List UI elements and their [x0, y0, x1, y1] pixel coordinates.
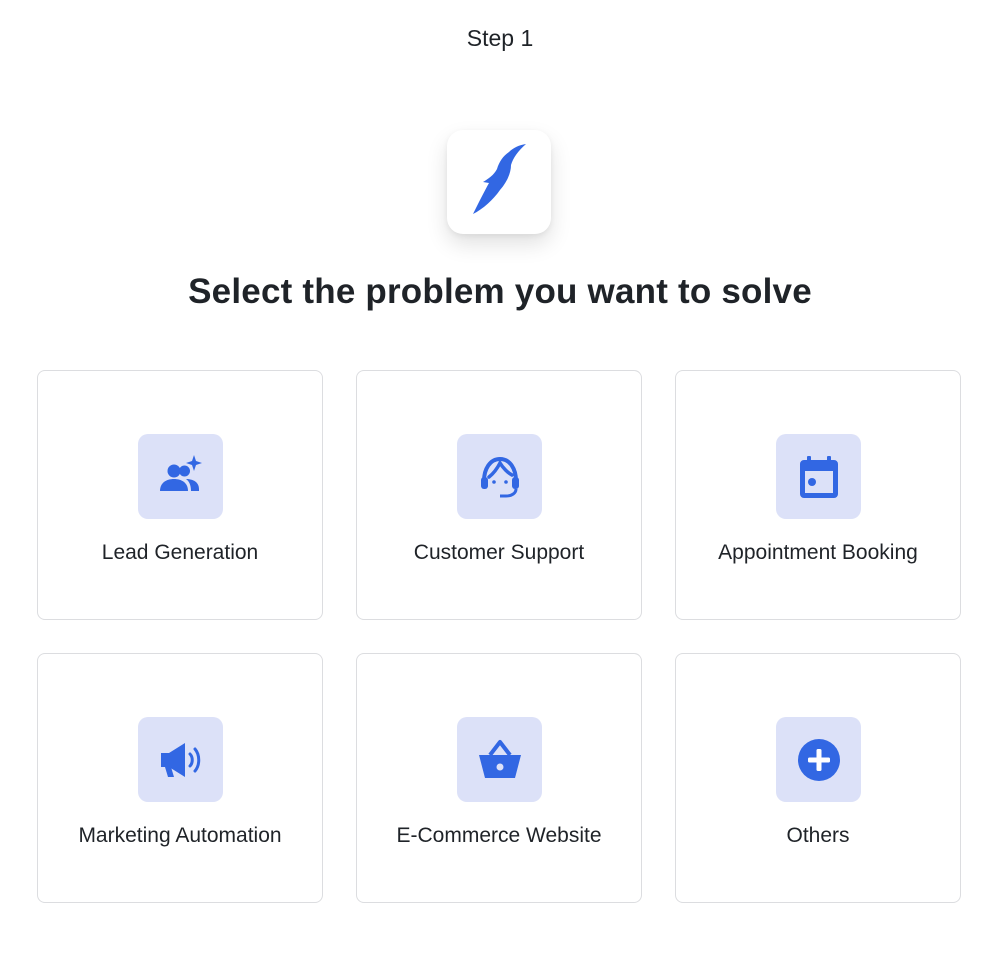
option-card-others[interactable]: Others — [675, 653, 961, 903]
option-label: Marketing Automation — [78, 824, 282, 847]
basket-icon — [478, 739, 521, 778]
calendar-icon — [799, 455, 838, 498]
users-sparkle-icon — [159, 454, 202, 491]
plus-circle-icon — [797, 738, 840, 781]
megaphone-icon — [160, 742, 200, 777]
option-card-ecommerce-website[interactable]: E-Commerce Website — [356, 653, 642, 903]
option-grid: Lead Generation Customer Support Appoint… — [37, 370, 961, 903]
page-title: Select the problem you want to solve — [188, 272, 812, 311]
option-label: E-Commerce Website — [396, 824, 602, 847]
option-card-customer-support[interactable]: Customer Support — [356, 370, 642, 620]
option-card-lead-generation[interactable]: Lead Generation — [37, 370, 323, 620]
option-label: Customer Support — [413, 541, 585, 564]
option-label: Others — [786, 824, 850, 847]
option-card-appointment-booking[interactable]: Appointment Booking — [675, 370, 961, 620]
option-card-marketing-automation[interactable]: Marketing Automation — [37, 653, 323, 903]
headset-icon — [480, 456, 519, 497]
option-label: Appointment Booking — [718, 541, 918, 564]
step-label: Step 1 — [466, 25, 534, 51]
app-logo — [447, 130, 551, 234]
option-label: Lead Generation — [101, 541, 259, 564]
bird-logo-icon — [473, 144, 526, 214]
